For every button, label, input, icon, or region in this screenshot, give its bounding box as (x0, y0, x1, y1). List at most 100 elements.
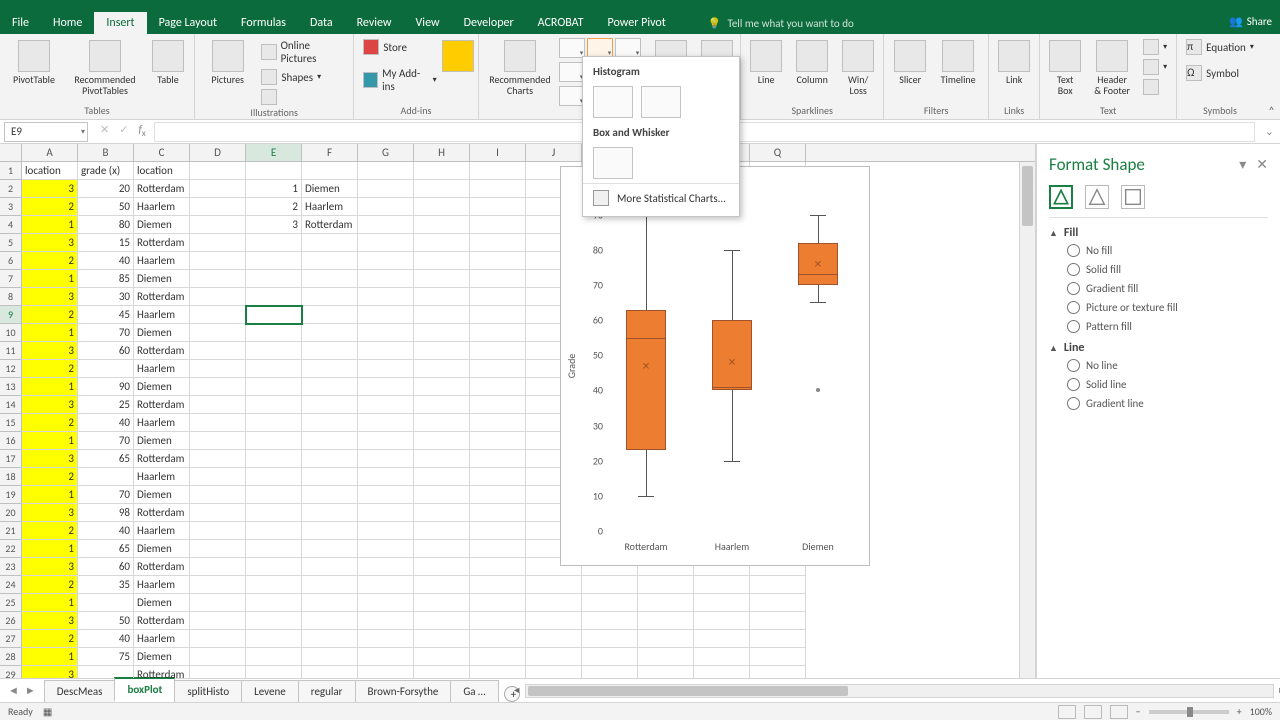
cell[interactable]: 3 (22, 666, 78, 678)
cell[interactable] (246, 522, 302, 540)
cell[interactable] (358, 540, 414, 558)
cell[interactable]: Diemen (134, 432, 190, 450)
recommended-charts-button[interactable]: Recommended Charts (485, 38, 556, 98)
cell[interactable] (358, 522, 414, 540)
row-header[interactable]: 29 (0, 666, 22, 678)
ribbon-tab-view[interactable]: View (404, 12, 452, 34)
cell[interactable] (414, 486, 470, 504)
cell[interactable]: 45 (78, 306, 134, 324)
zoom-out-button[interactable]: − (1136, 705, 1141, 718)
cell[interactable] (470, 234, 526, 252)
cell[interactable] (414, 666, 470, 678)
slicer-button[interactable]: Slicer (890, 38, 930, 87)
cell[interactable]: 1 (22, 486, 78, 504)
cell[interactable] (470, 432, 526, 450)
cell[interactable] (358, 504, 414, 522)
column-chart-button[interactable]: ▾ (559, 38, 585, 58)
cell[interactable] (414, 558, 470, 576)
option-solid-fill[interactable]: Solid fill (1067, 263, 1268, 276)
cell[interactable]: 1 (22, 270, 78, 288)
cell[interactable] (526, 630, 582, 648)
cell[interactable] (246, 396, 302, 414)
worksheet-pane[interactable]: ABCDEFGHIJNOPQ 1locationgrade (x)locatio… (0, 144, 1036, 678)
sheet-nav-prev[interactable]: ◄ (8, 684, 19, 697)
column-headers[interactable]: ABCDEFGHIJNOPQ (0, 144, 1035, 162)
cell[interactable] (358, 558, 414, 576)
cell[interactable] (470, 450, 526, 468)
cell[interactable]: 1 (22, 432, 78, 450)
cell[interactable] (246, 504, 302, 522)
cell[interactable] (246, 594, 302, 612)
link-button[interactable]: Link (995, 38, 1033, 87)
normal-view-button[interactable] (1058, 705, 1076, 719)
cell[interactable] (302, 342, 358, 360)
cell[interactable] (470, 666, 526, 678)
cell[interactable] (470, 360, 526, 378)
cell[interactable] (470, 648, 526, 666)
hscroll-left[interactable]: ◄ (510, 685, 524, 697)
cell[interactable]: Haarlem (134, 468, 190, 486)
ribbon-tab-file[interactable]: File (0, 12, 41, 34)
ribbon-tab-formulas[interactable]: Formulas (229, 12, 298, 34)
row-header[interactable]: 1 (0, 162, 22, 180)
cell[interactable]: 40 (78, 252, 134, 270)
cell[interactable] (358, 180, 414, 198)
cell[interactable] (470, 180, 526, 198)
sparkline-column-button[interactable]: Column (789, 38, 835, 87)
row-header[interactable]: 2 (0, 180, 22, 198)
hscroll-thumb[interactable] (528, 686, 848, 696)
zoom-thumb[interactable] (1187, 707, 1193, 717)
cell[interactable]: 3 (22, 180, 78, 198)
chart-plot-area[interactable]: ✕✕✕ (603, 197, 859, 529)
cell[interactable] (302, 504, 358, 522)
cell[interactable] (358, 252, 414, 270)
cell[interactable]: 2 (246, 198, 302, 216)
cell[interactable] (246, 342, 302, 360)
hscroll-right[interactable]: ► (1275, 685, 1280, 697)
cell[interactable]: Diemen (134, 270, 190, 288)
cell[interactable]: Diemen (134, 324, 190, 342)
cell[interactable] (638, 594, 694, 612)
cell[interactable]: 60 (78, 558, 134, 576)
option-gradient-line[interactable]: Gradient line (1067, 397, 1268, 410)
cell[interactable]: 3 (22, 504, 78, 522)
cell[interactable] (358, 324, 414, 342)
cell[interactable] (246, 558, 302, 576)
cell[interactable]: Diemen (134, 216, 190, 234)
row-header[interactable]: 12 (0, 360, 22, 378)
row-header[interactable]: 5 (0, 234, 22, 252)
cell[interactable] (470, 198, 526, 216)
close-pane-icon[interactable]: ✕ (1256, 156, 1268, 173)
cell[interactable] (78, 666, 134, 678)
cell[interactable] (414, 234, 470, 252)
tell-me[interactable]: 💡 Tell me what you want to do (708, 17, 854, 30)
cell[interactable] (358, 378, 414, 396)
cell[interactable] (302, 252, 358, 270)
ribbon-tab-power-pivot[interactable]: Power Pivot (596, 12, 678, 34)
ribbon-tab-insert[interactable]: Insert (94, 12, 146, 34)
more-statistical-charts[interactable]: More Statistical Charts... (583, 183, 739, 212)
cell[interactable] (190, 666, 246, 678)
cell[interactable] (190, 504, 246, 522)
cell[interactable] (190, 468, 246, 486)
cell[interactable] (694, 630, 750, 648)
cell[interactable] (750, 594, 806, 612)
cell[interactable]: 3 (22, 612, 78, 630)
cell[interactable] (470, 504, 526, 522)
object-button[interactable] (1140, 78, 1170, 96)
cell[interactable]: Haarlem (134, 414, 190, 432)
cell[interactable] (358, 576, 414, 594)
cell[interactable]: 70 (78, 432, 134, 450)
cell[interactable] (190, 378, 246, 396)
cell[interactable] (246, 450, 302, 468)
size-properties-tab[interactable] (1121, 185, 1145, 209)
row-header[interactable]: 6 (0, 252, 22, 270)
cell[interactable] (414, 450, 470, 468)
cell[interactable]: 60 (78, 342, 134, 360)
cell[interactable] (750, 630, 806, 648)
zoom-percent[interactable]: 100% (1250, 705, 1272, 718)
cell[interactable] (246, 540, 302, 558)
col-header-Q[interactable]: Q (750, 144, 806, 161)
col-header-A[interactable]: A (22, 144, 78, 161)
cell[interactable] (358, 468, 414, 486)
